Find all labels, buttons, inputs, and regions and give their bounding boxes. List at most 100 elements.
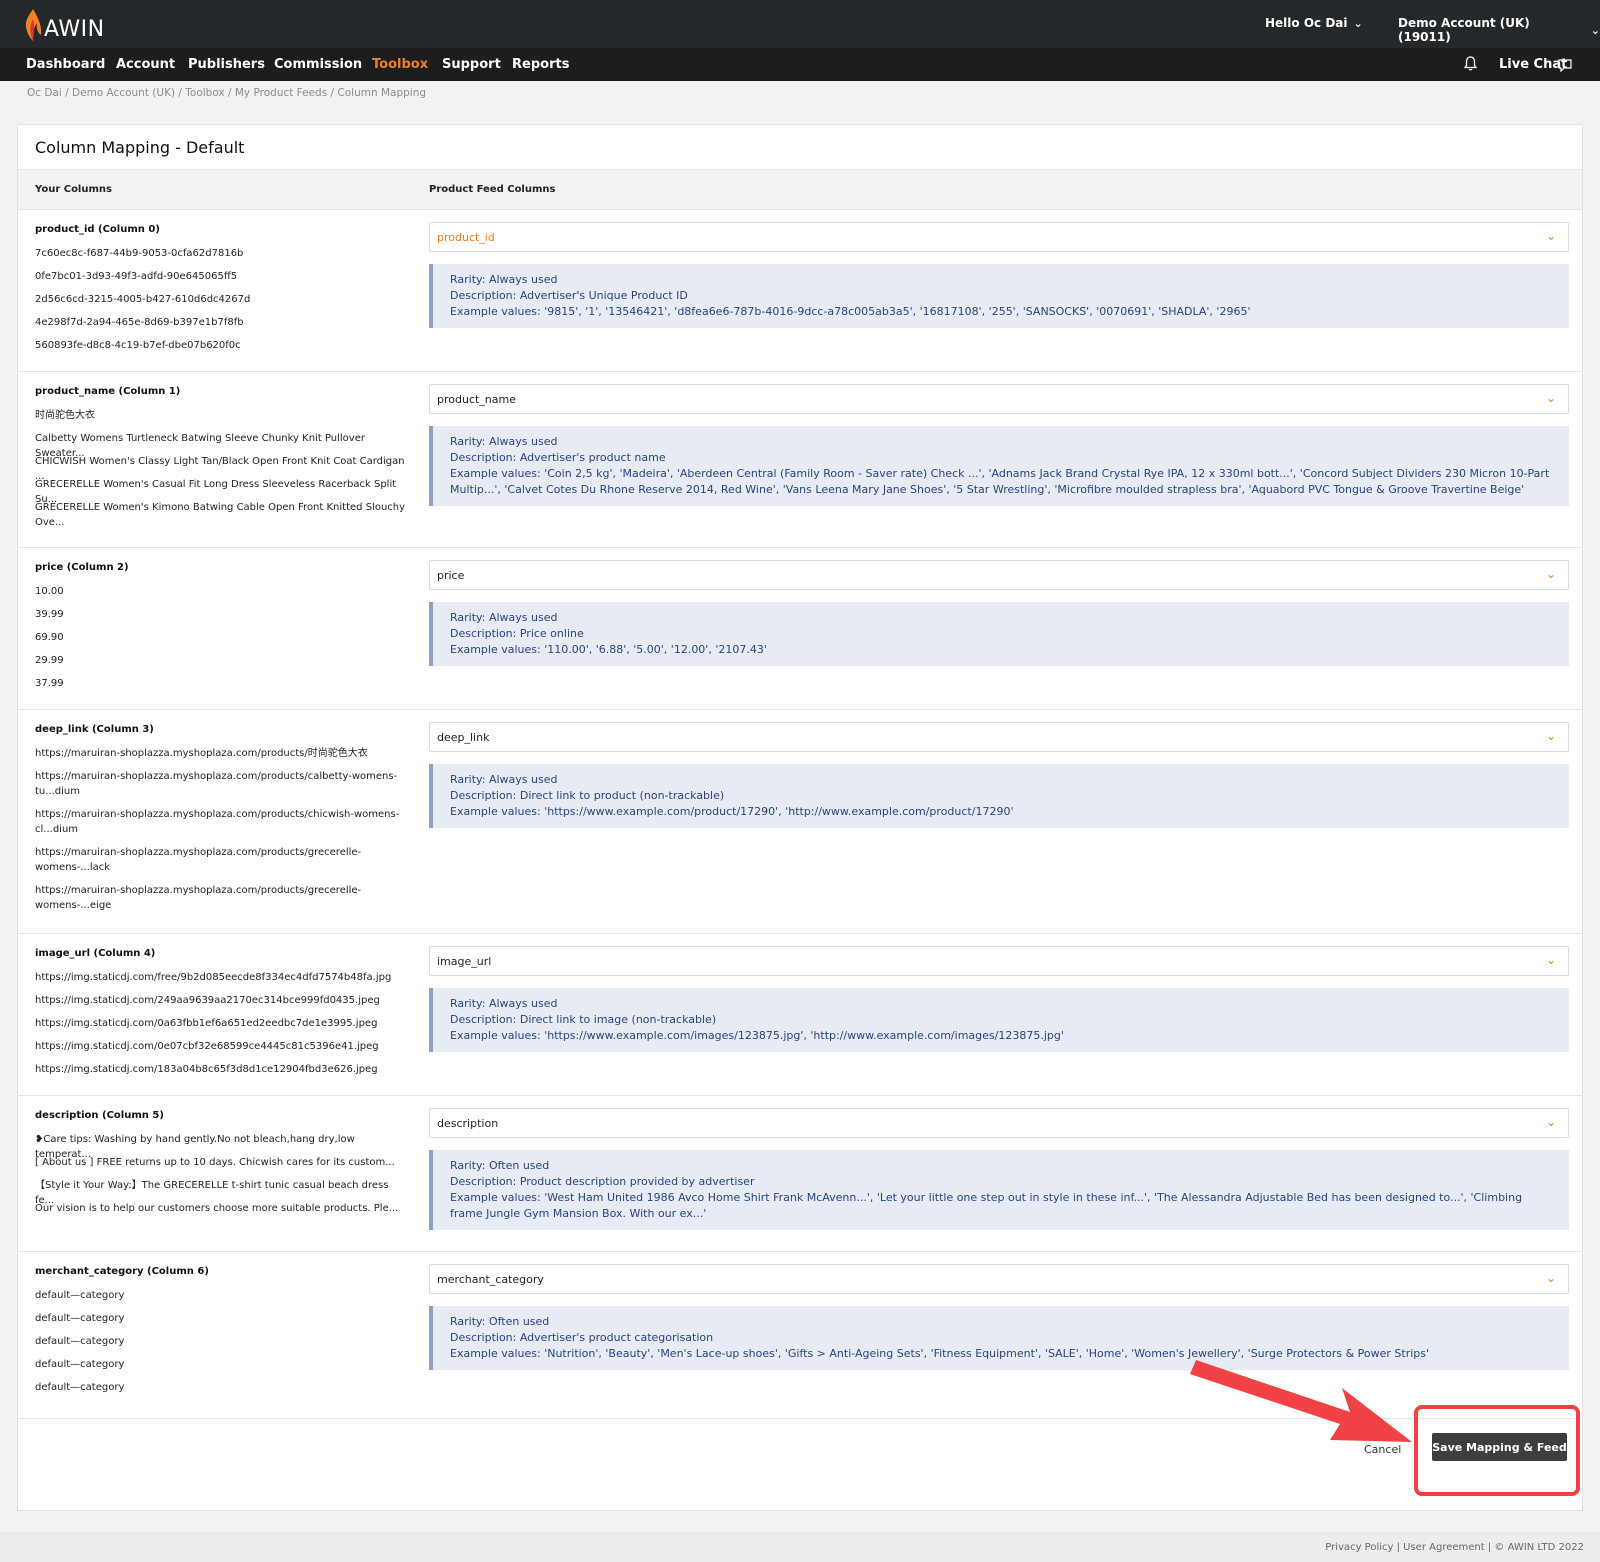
feed-column-select[interactable]: product_name ⌄ bbox=[429, 384, 1569, 414]
nav-publishers[interactable]: Publishers bbox=[188, 57, 265, 72]
description-text: Description: Advertiser's Unique Product… bbox=[450, 289, 688, 302]
sample-value: https://maruiran-shoplazza.myshoplaza.co… bbox=[35, 809, 400, 835]
feed-column-select[interactable]: deep_link ⌄ bbox=[429, 722, 1569, 752]
sample-value: https://img.staticdj.com/0e07cbf32e68599… bbox=[35, 1041, 379, 1052]
sample-value: 10.00 bbox=[35, 586, 64, 597]
sample-value: default—category bbox=[35, 1382, 125, 1393]
rarity-text: Rarity: Always used bbox=[450, 773, 558, 786]
column-title: product_id (Column 0) bbox=[35, 224, 160, 235]
sample-value: 39.99 bbox=[35, 609, 64, 620]
flame-icon bbox=[25, 9, 42, 41]
chevron-down-icon: ⌄ bbox=[1545, 953, 1556, 967]
feed-column-select[interactable]: product_id ⌄ bbox=[429, 222, 1569, 252]
account-name: Demo Account (UK) (19011) bbox=[1398, 16, 1530, 44]
mapping-row-description: description (Column 5) ❥Care tips: Washi… bbox=[18, 1096, 1582, 1252]
nav-support[interactable]: Support bbox=[442, 57, 501, 72]
column-info: Rarity: Always used Description: Adverti… bbox=[429, 264, 1569, 328]
chevron-down-icon: ⌄ bbox=[1545, 567, 1556, 581]
feed-column-select[interactable]: description ⌄ bbox=[429, 1108, 1569, 1138]
feed-column-select[interactable]: image_url ⌄ bbox=[429, 946, 1569, 976]
sample-value: GRECERELLE Women's Kimono Batwing Cable … bbox=[35, 502, 406, 528]
annotation-arrow bbox=[1190, 1360, 1412, 1442]
selected-value: description bbox=[437, 1117, 499, 1130]
column-info: Rarity: Often used Description: Product … bbox=[429, 1150, 1569, 1230]
sample-value: 69.90 bbox=[35, 632, 64, 643]
column-mapping-panel: Column Mapping - Default Your Columns Pr… bbox=[17, 124, 1583, 1511]
sample-value: Our vision is to help our customers choo… bbox=[35, 1203, 399, 1214]
sample-value: https://maruiran-shoplazza.myshoplaza.co… bbox=[35, 847, 362, 873]
mapping-row-deep-link: deep_link (Column 3) https://maruiran-sh… bbox=[18, 710, 1582, 934]
logo-text: AWIN bbox=[44, 16, 105, 42]
nav-commission[interactable]: Commission bbox=[274, 57, 362, 72]
sample-value: https://img.staticdj.com/183a04b8c65f3d8… bbox=[35, 1064, 378, 1075]
feed-columns-header: Product Feed Columns bbox=[429, 184, 556, 195]
annotation-highlight-box bbox=[1414, 1405, 1580, 1496]
column-title: price (Column 2) bbox=[35, 562, 129, 573]
awin-logo[interactable]: AWIN bbox=[24, 8, 105, 42]
nav-reports[interactable]: Reports bbox=[512, 57, 569, 72]
chevron-down-icon: ⌄ bbox=[1545, 391, 1556, 405]
sample-value: https://maruiran-shoplazza.myshoplaza.co… bbox=[35, 885, 362, 911]
description-text: Description: Advertiser's product catego… bbox=[450, 1331, 714, 1344]
chevron-down-icon: ⌄ bbox=[1545, 1271, 1556, 1285]
sample-value: default—category bbox=[35, 1313, 125, 1324]
bell-icon[interactable] bbox=[1463, 56, 1478, 75]
sample-value: [ About us ] FREE returns up to 10 days.… bbox=[35, 1157, 395, 1168]
rarity-text: Rarity: Always used bbox=[450, 997, 558, 1010]
sample-value: default—category bbox=[35, 1336, 125, 1347]
feed-column-select[interactable]: merchant_category ⌄ bbox=[429, 1264, 1569, 1294]
sample-value: https://img.staticdj.com/249aa9639aa2170… bbox=[35, 995, 380, 1006]
sample-value: https://maruiran-shoplazza.myshoplaza.co… bbox=[35, 771, 398, 797]
chevron-down-icon: ⌄ bbox=[1545, 229, 1556, 243]
examples-text: Example values: '9815', '1', '13546421',… bbox=[450, 305, 1251, 318]
footer-links[interactable]: Privacy Policy | User Agreement | © AWIN… bbox=[1325, 1542, 1584, 1553]
selected-value: image_url bbox=[437, 955, 492, 968]
column-title: merchant_category (Column 6) bbox=[35, 1266, 209, 1277]
chevron-down-icon: ⌄ bbox=[1353, 16, 1363, 30]
sample-value: 7c60ec8c-f687-44b9-9053-0cfa62d7816b bbox=[35, 248, 244, 259]
site-footer: Privacy Policy | User Agreement | © AWIN… bbox=[0, 1532, 1600, 1562]
rarity-text: Rarity: Often used bbox=[450, 1315, 550, 1328]
account-menu[interactable]: Demo Account (UK) (19011) ⌄ bbox=[1398, 16, 1600, 44]
page-title: Column Mapping - Default bbox=[35, 138, 245, 157]
nav-dashboard[interactable]: Dashboard bbox=[26, 57, 105, 72]
nav-toolbox[interactable]: Toolbox bbox=[372, 57, 428, 72]
columns-header: Your Columns Product Feed Columns bbox=[18, 169, 1582, 210]
column-info: Rarity: Always used Description: Adverti… bbox=[429, 426, 1569, 506]
rarity-text: Rarity: Always used bbox=[450, 435, 558, 448]
rarity-text: Rarity: Always used bbox=[450, 611, 558, 624]
sample-value: 29.99 bbox=[35, 655, 64, 666]
top-bar: AWIN Hello Oc Dai ⌄ Demo Account (UK) (1… bbox=[0, 0, 1600, 48]
sample-value: default—category bbox=[35, 1359, 125, 1370]
description-text: Description: Price online bbox=[450, 627, 584, 640]
user-menu[interactable]: Hello Oc Dai ⌄ bbox=[1265, 16, 1363, 30]
sample-value: 4e298f7d-2a94-465e-8d69-b397e1b7f8fb bbox=[35, 317, 244, 328]
sample-value: 560893fe-d8c8-4c19-b7ef-dbe07b620f0c bbox=[35, 340, 241, 351]
chevron-down-icon: ⌄ bbox=[1590, 23, 1600, 37]
column-info: Rarity: Always used Description: Price o… bbox=[429, 602, 1569, 666]
sample-value: 0fe7bc01-3d93-49f3-adfd-90e645065ff5 bbox=[35, 271, 238, 282]
selected-value: product_id bbox=[437, 231, 495, 244]
mapping-row-price: price (Column 2) 10.00 39.99 69.90 29.99… bbox=[18, 548, 1582, 710]
column-title: product_name (Column 1) bbox=[35, 386, 181, 397]
selected-value: price bbox=[437, 569, 465, 582]
breadcrumb[interactable]: Oc Dai / Demo Account (UK) / Toolbox / M… bbox=[27, 87, 426, 99]
sample-value: https://img.staticdj.com/0a63fbb1ef6a651… bbox=[35, 1018, 378, 1029]
greeting: Hello Oc Dai bbox=[1265, 16, 1348, 30]
mapping-row-product-name: product_name (Column 1) 时尚驼色大衣 Calbetty … bbox=[18, 372, 1582, 548]
sample-value: 时尚驼色大衣 bbox=[35, 410, 95, 421]
nav-account[interactable]: Account bbox=[116, 57, 175, 72]
selected-value: product_name bbox=[437, 393, 517, 406]
examples-text: Example values: 'https://www.example.com… bbox=[450, 1029, 1064, 1042]
examples-text: Example values: 'Coin 2,5 kg', 'Madeira'… bbox=[450, 467, 1550, 496]
rarity-text: Rarity: Often used bbox=[450, 1159, 550, 1172]
column-info: Rarity: Always used Description: Direct … bbox=[429, 764, 1569, 828]
description-text: Description: Product description provide… bbox=[450, 1175, 755, 1188]
feed-column-select[interactable]: price ⌄ bbox=[429, 560, 1569, 590]
chat-icon bbox=[1558, 57, 1572, 76]
selected-value: deep_link bbox=[437, 731, 490, 744]
your-columns-header: Your Columns bbox=[35, 184, 112, 195]
examples-text: Example values: 'West Ham United 1986 Av… bbox=[450, 1191, 1523, 1220]
chevron-down-icon: ⌄ bbox=[1545, 1115, 1556, 1129]
description-text: Description: Advertiser's product name bbox=[450, 451, 666, 464]
